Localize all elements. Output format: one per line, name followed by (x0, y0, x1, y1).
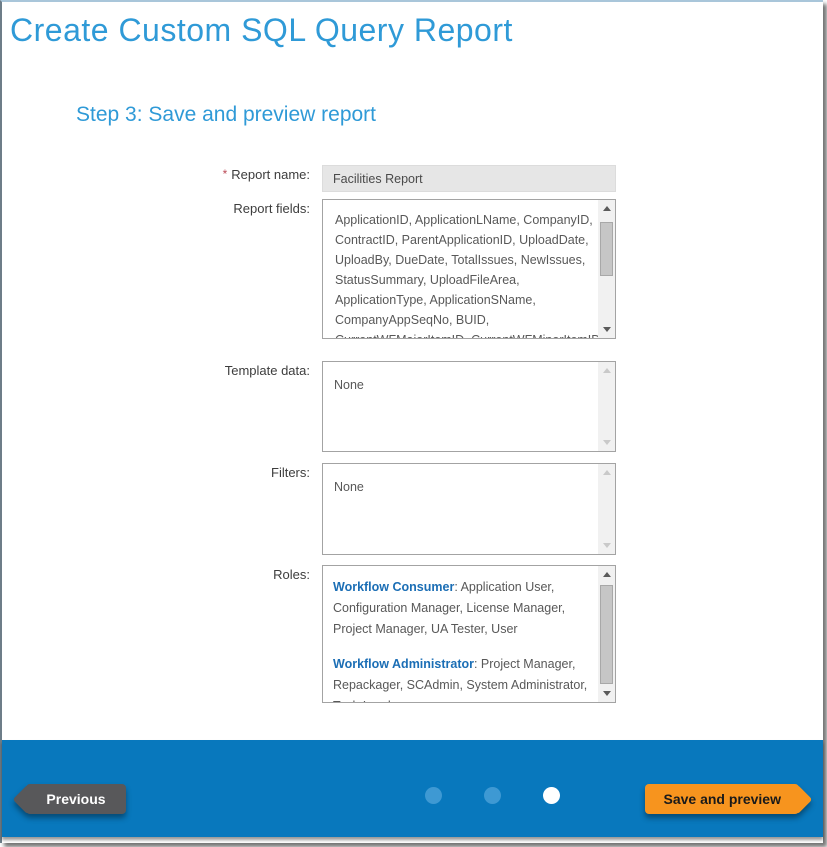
roles-label: Roles: (12, 567, 310, 582)
report-fields-box[interactable]: ApplicationID, ApplicationLName, Company… (322, 199, 616, 339)
role-group: Workflow Administrator: Project Manager,… (333, 654, 594, 702)
page-title: Create Custom SQL Query Report (10, 12, 513, 49)
scrollbar-thumb[interactable] (600, 222, 613, 276)
wizard-window: Create Custom SQL Query Report Step 3: S… (0, 0, 823, 843)
step-dot-1 (425, 787, 442, 804)
scroll-down-arrow-icon[interactable] (598, 685, 615, 702)
save-and-preview-button[interactable]: Save and preview (645, 784, 799, 814)
scrollbar[interactable] (598, 566, 615, 702)
scrollbar[interactable] (598, 200, 615, 338)
report-field-line: CompanyAppSeqNo, BUID, (335, 310, 598, 330)
filters-content: None (323, 464, 598, 554)
save-and-preview-button-label[interactable]: Save and preview (645, 784, 799, 814)
scrollbar[interactable] (598, 464, 615, 554)
filters-label: Filters: (12, 465, 310, 480)
report-fields-label: Report fields: (12, 201, 310, 216)
scrollbar-thumb[interactable] (600, 585, 613, 684)
role-group-name: Workflow Consumer (333, 580, 454, 594)
step-dot-2 (484, 787, 501, 804)
report-name-input[interactable] (322, 165, 616, 192)
required-asterisk: * (223, 167, 228, 181)
role-group: Workflow Consumer: Application User, Con… (333, 577, 594, 640)
report-field-line: StatusSummary, UploadFileArea, (335, 270, 598, 290)
role-group-name: Workflow Administrator (333, 657, 474, 671)
step-heading: Step 3: Save and preview report (76, 103, 376, 127)
scroll-down-arrow-icon[interactable] (598, 321, 615, 338)
step-dot-3-active (543, 787, 560, 804)
previous-button-label[interactable]: Previous (26, 784, 126, 814)
scrollbar-track[interactable] (598, 583, 615, 685)
scrollbar-track[interactable] (598, 379, 615, 434)
report-field-line: UploadBy, DueDate, TotalIssues, NewIssue… (335, 250, 598, 270)
report-name-label-text: Report name: (231, 167, 310, 182)
scroll-up-arrow-icon[interactable] (598, 566, 615, 583)
report-name-label: *Report name: (12, 167, 310, 182)
report-field-line: ApplicationType, ApplicationSName, (335, 290, 598, 310)
report-fields-content: ApplicationID, ApplicationLName, Company… (323, 200, 598, 338)
roles-content: Workflow Consumer: Application User, Con… (323, 566, 598, 702)
wizard-footer: Previous Save and preview (2, 740, 823, 837)
roles-box[interactable]: Workflow Consumer: Application User, Con… (322, 565, 616, 703)
filters-box[interactable]: None (322, 463, 616, 555)
scroll-up-arrow-icon[interactable] (598, 464, 615, 481)
scrollbar-track[interactable] (598, 217, 615, 321)
scrollbar[interactable] (598, 362, 615, 451)
report-field-line: ContractID, ParentApplicationID, UploadD… (335, 230, 598, 250)
template-data-content: None (323, 362, 598, 451)
report-field-line: ApplicationID, ApplicationLName, Company… (335, 210, 598, 230)
previous-button[interactable]: Previous (26, 784, 126, 814)
scroll-up-arrow-icon[interactable] (598, 362, 615, 379)
template-data-box[interactable]: None (322, 361, 616, 452)
scrollbar-track[interactable] (598, 481, 615, 537)
step-dots (425, 787, 560, 804)
scroll-down-arrow-icon[interactable] (598, 434, 615, 451)
scroll-up-arrow-icon[interactable] (598, 200, 615, 217)
report-field-line: CurrentWFMajorItemID, CurrentWFMinorItem… (335, 330, 598, 338)
scroll-down-arrow-icon[interactable] (598, 537, 615, 554)
template-data-label: Template data: (12, 363, 310, 378)
